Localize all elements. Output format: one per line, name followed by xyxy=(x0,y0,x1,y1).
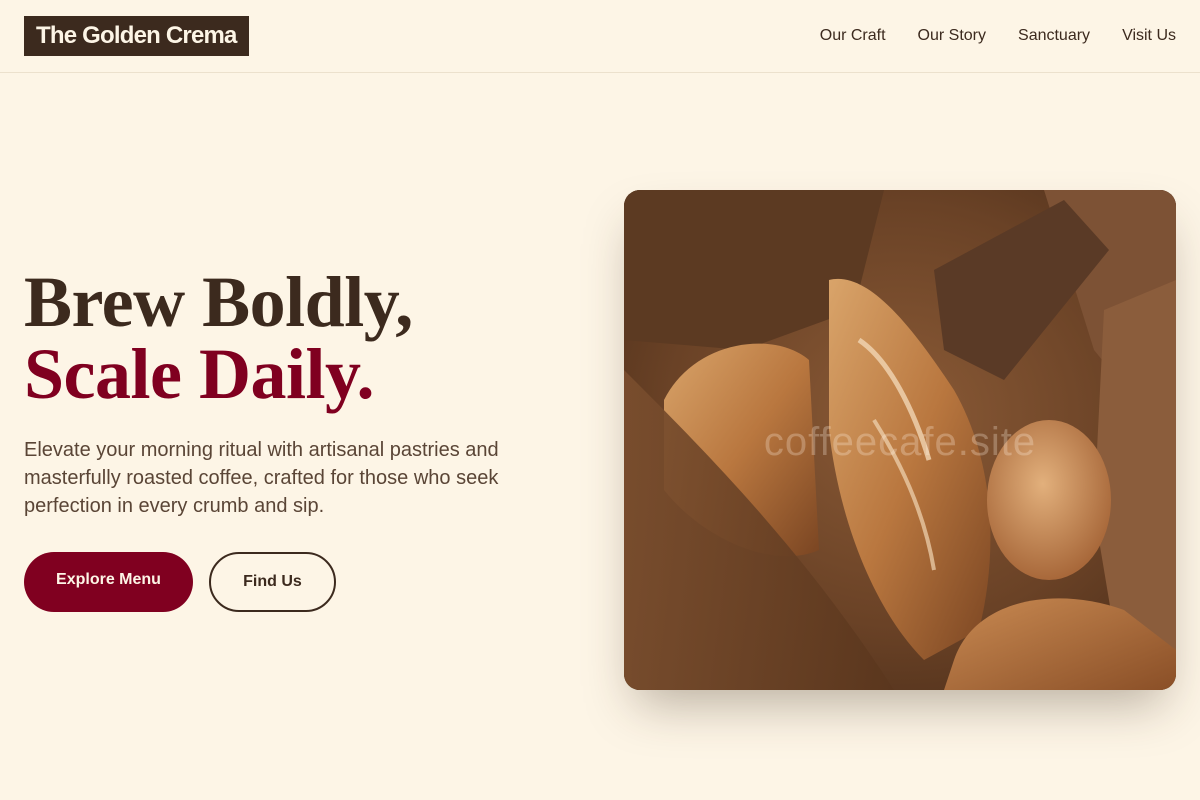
headline-line-1: Brew Boldly, xyxy=(24,262,413,342)
bread-loaves-illustration xyxy=(624,190,1176,690)
nav-link-our-craft[interactable]: Our Craft xyxy=(820,26,886,46)
hero-bread-image: coffeecafe.site xyxy=(624,190,1176,690)
site-header: The Golden Crema Our Craft Our Story San… xyxy=(0,0,1200,73)
brand-logo[interactable]: The Golden Crema xyxy=(24,16,249,56)
hero-section: Brew Boldly, Scale Daily. Elevate your m… xyxy=(24,266,544,612)
explore-menu-button[interactable]: Explore Menu xyxy=(24,552,193,612)
hero-lead-text: Elevate your morning ritual with artisan… xyxy=(24,439,499,517)
cta-row: Explore Menu Find Us xyxy=(24,552,544,612)
hero-headline: Brew Boldly, Scale Daily. xyxy=(24,266,544,410)
nav-link-sanctuary[interactable]: Sanctuary xyxy=(1018,26,1090,46)
nav-link-visit-us[interactable]: Visit Us xyxy=(1122,26,1176,46)
headline-line-2: Scale Daily. xyxy=(24,334,375,414)
main-nav: Our Craft Our Story Sanctuary Visit Us xyxy=(820,26,1176,46)
nav-link-our-story[interactable]: Our Story xyxy=(918,26,986,46)
find-us-button[interactable]: Find Us xyxy=(209,552,336,612)
